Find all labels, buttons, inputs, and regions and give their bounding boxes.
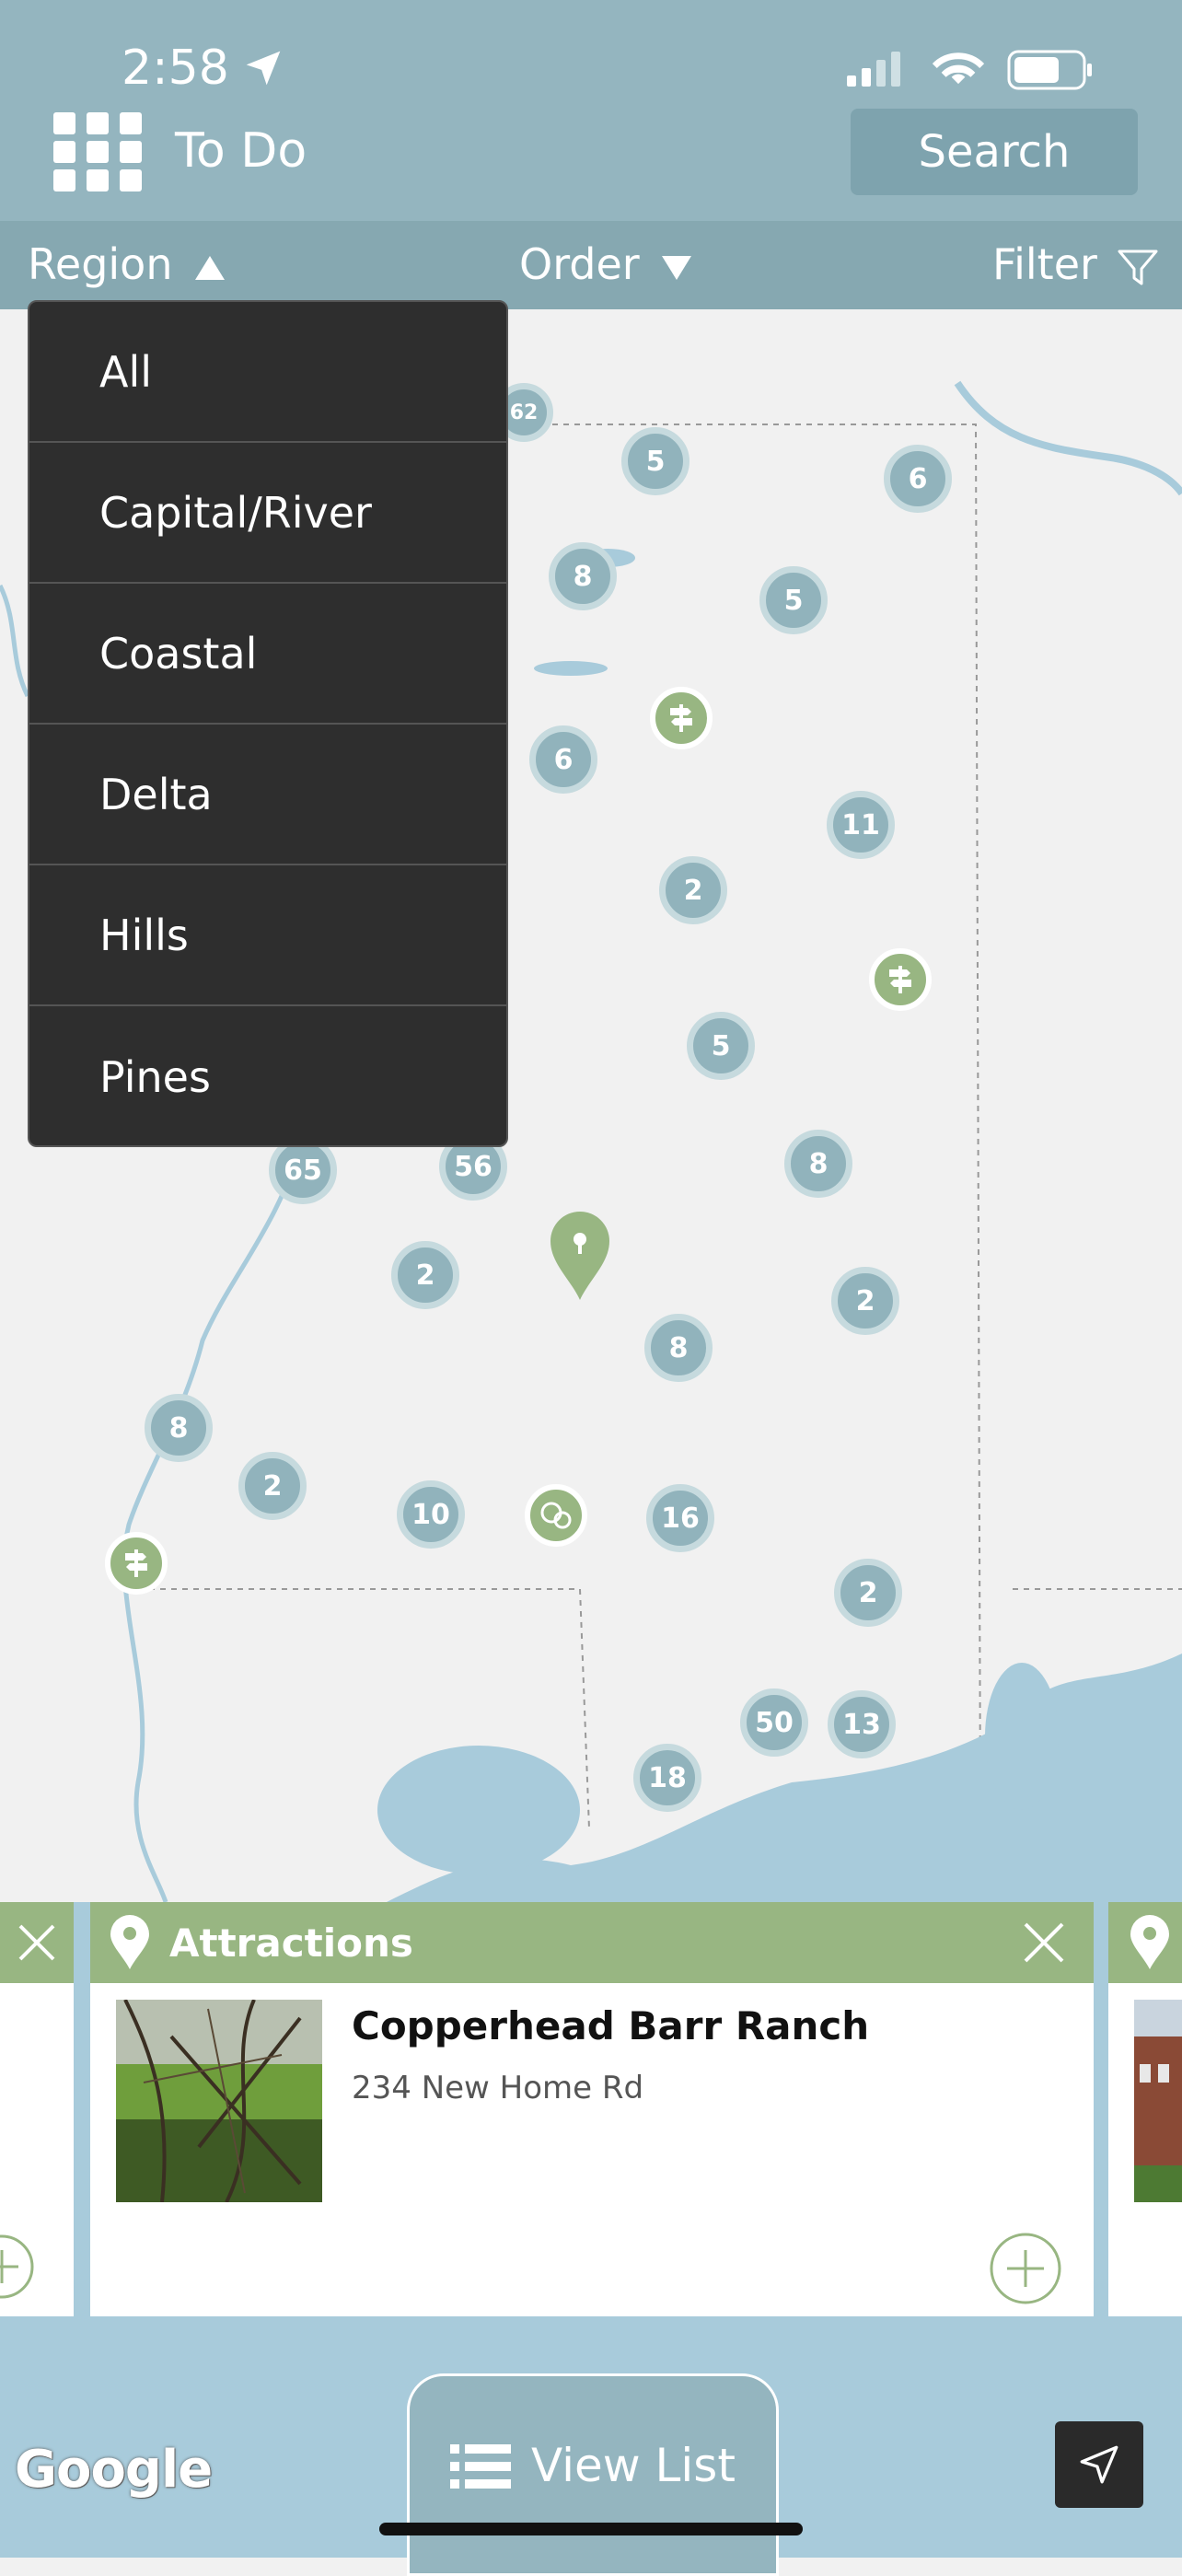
map-cluster[interactable]: 10 bbox=[397, 1480, 465, 1549]
wifi-icon bbox=[932, 52, 985, 85]
next-card-header bbox=[1108, 1902, 1182, 1983]
region-option-pines[interactable]: Pines bbox=[29, 1006, 506, 1145]
card-title[interactable]: Copperhead Barr Ranch bbox=[352, 2003, 869, 2048]
order-label: Order bbox=[519, 239, 640, 289]
card-header: Attractions bbox=[90, 1902, 1094, 1983]
card-thumbnail bbox=[116, 1999, 322, 2203]
map-cluster[interactable]: 5 bbox=[687, 1012, 755, 1080]
signpost-icon bbox=[125, 1549, 147, 1577]
add-to-list-icon[interactable] bbox=[989, 2232, 1062, 2305]
region-option-capital-river[interactable]: Capital/River bbox=[29, 443, 506, 584]
region-option-hills[interactable]: Hills bbox=[29, 865, 506, 1006]
selected-location-pin-icon[interactable] bbox=[549, 1210, 611, 1302]
region-dropdown[interactable]: Region bbox=[28, 239, 226, 289]
map-cluster[interactable]: 13 bbox=[828, 1690, 896, 1758]
filter-button[interactable]: Filter bbox=[992, 239, 1159, 289]
next-card[interactable] bbox=[1108, 1902, 1182, 2316]
next-card-thumbnail bbox=[1134, 2000, 1182, 2202]
region-option-delta[interactable]: Delta bbox=[29, 725, 506, 865]
page-title: To Do bbox=[175, 123, 307, 179]
map-cluster[interactable]: 8 bbox=[549, 542, 617, 610]
view-list-button[interactable]: View List bbox=[407, 2373, 779, 2576]
navigation-arrow-icon bbox=[1080, 2445, 1118, 2484]
region-menu: All Capital/River Coastal Delta Hills Pi… bbox=[28, 300, 508, 1147]
map-cluster[interactable]: 6 bbox=[529, 725, 597, 794]
region-option-all[interactable]: All bbox=[29, 302, 506, 443]
food-icon bbox=[540, 1502, 572, 1529]
signpost-marker[interactable] bbox=[105, 1532, 168, 1595]
attraction-marker[interactable] bbox=[525, 1484, 587, 1547]
location-arrow-icon bbox=[246, 51, 281, 86]
map-cluster[interactable]: 2 bbox=[831, 1267, 899, 1335]
map-cluster[interactable]: 8 bbox=[644, 1314, 713, 1382]
map-cluster[interactable]: 8 bbox=[784, 1130, 852, 1198]
map-cluster[interactable]: 2 bbox=[238, 1452, 307, 1520]
map-cluster[interactable]: 16 bbox=[646, 1484, 714, 1552]
caret-up-icon bbox=[195, 255, 226, 280]
signpost-icon bbox=[670, 704, 692, 732]
card-category: Attractions bbox=[169, 1920, 413, 1966]
location-pin-icon bbox=[1130, 1915, 1169, 1969]
signpost-marker[interactable] bbox=[869, 948, 932, 1011]
filter-label: Filter bbox=[992, 239, 1097, 289]
map-cluster[interactable]: 8 bbox=[145, 1394, 213, 1462]
card-address: 234 New Home Rd bbox=[352, 2070, 644, 2106]
map-cluster[interactable]: 2 bbox=[659, 856, 727, 924]
status-time: 2:58 bbox=[122, 41, 229, 96]
map-cluster[interactable]: 2 bbox=[391, 1241, 459, 1309]
cellular-signal-icon bbox=[847, 52, 900, 87]
order-dropdown[interactable]: Order bbox=[519, 239, 693, 289]
map-cluster[interactable]: 50 bbox=[740, 1688, 808, 1757]
map-cluster[interactable]: 6 bbox=[884, 445, 952, 513]
map-cluster[interactable]: 2 bbox=[834, 1559, 902, 1627]
close-icon[interactable] bbox=[17, 1922, 57, 1963]
map-cluster[interactable]: 5 bbox=[621, 427, 690, 495]
map-cluster[interactable]: 11 bbox=[827, 791, 895, 859]
apps-grid-icon[interactable] bbox=[53, 112, 142, 191]
filter-icon bbox=[1118, 249, 1158, 284]
view-list-label: View List bbox=[531, 2439, 736, 2492]
location-pin-icon bbox=[110, 1915, 149, 1969]
current-location-button[interactable] bbox=[1055, 2421, 1143, 2508]
list-icon bbox=[450, 2444, 512, 2489]
map-cluster[interactable]: 5 bbox=[759, 566, 828, 634]
close-icon[interactable] bbox=[1022, 1920, 1066, 1965]
previous-card[interactable] bbox=[0, 1902, 74, 2316]
map-cluster[interactable]: 18 bbox=[633, 1744, 701, 1812]
region-label: Region bbox=[28, 239, 173, 289]
region-option-coastal[interactable]: Coastal bbox=[29, 584, 506, 725]
battery-icon bbox=[1007, 50, 1092, 90]
attraction-card[interactable]: Attractions Copperhead Barr Ranch 234 Ne… bbox=[90, 1902, 1094, 2316]
add-icon[interactable] bbox=[0, 2234, 35, 2300]
home-indicator bbox=[379, 2523, 803, 2535]
previous-card-header bbox=[0, 1902, 74, 1983]
search-button[interactable]: Search bbox=[851, 109, 1138, 195]
caret-down-icon bbox=[662, 255, 692, 280]
google-logo: Google bbox=[15, 2440, 213, 2500]
signpost-marker[interactable] bbox=[650, 687, 713, 749]
signpost-icon bbox=[889, 966, 911, 993]
